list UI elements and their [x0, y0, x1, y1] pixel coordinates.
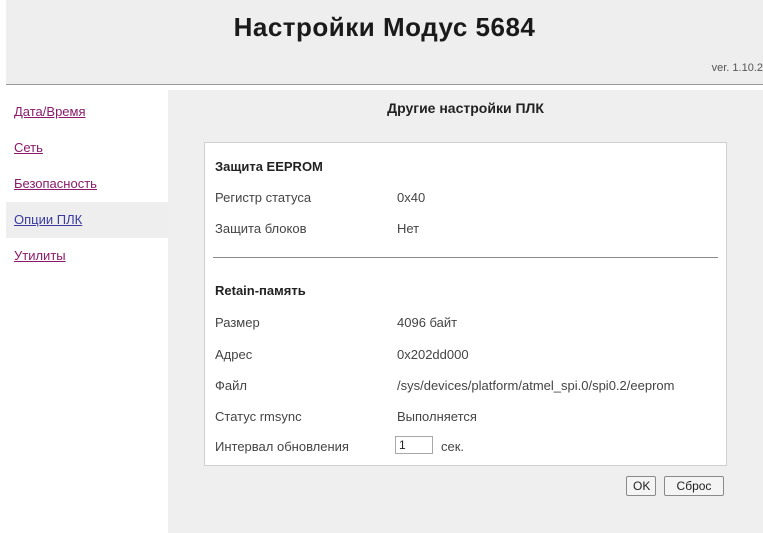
ok-button[interactable]: OK [626, 476, 656, 496]
interval-input[interactable] [395, 436, 433, 454]
address-label: Адрес [215, 347, 253, 362]
version-label: ver. 1.10.2 [711, 62, 763, 74]
settings-panel: Защита EEPROM Регистр статуса 0x40 Защит… [204, 142, 727, 466]
block-protection-value: Нет [397, 221, 420, 236]
size-value: 4096 байт [397, 315, 458, 330]
sidebar-item-label[interactable]: Безопасность [14, 176, 97, 191]
reset-button[interactable]: Сброс [664, 476, 724, 496]
file-label: Файл [215, 378, 247, 393]
sidebar: Дата/Время Сеть Безопасность Опции ПЛК У… [6, 90, 168, 533]
sidebar-item-label[interactable]: Утилиты [14, 248, 66, 263]
interval-unit: сек. [441, 439, 465, 454]
sidebar-item-datetime[interactable]: Дата/Время [6, 94, 168, 130]
address-value: 0x202dd000 [397, 347, 469, 362]
sidebar-item-utilities[interactable]: Утилиты [6, 238, 168, 274]
status-register-label: Регистр статуса [215, 190, 312, 205]
retain-section-title: Retain-память [215, 283, 306, 298]
main-content: Другие настройки ПЛК Защита EEPROM Регис… [168, 90, 763, 533]
page-header: Настройки Модус 5684 ver. 1.10.2 [6, 0, 763, 85]
sidebar-item-plc-options[interactable]: Опции ПЛК [6, 202, 168, 238]
interval-label: Интервал обновления [215, 439, 349, 454]
status-register-value: 0x40 [397, 190, 426, 205]
sidebar-item-label[interactable]: Сеть [14, 140, 43, 155]
block-protection-label: Защита блоков [215, 221, 307, 236]
rmsync-value: Выполняется [397, 409, 477, 424]
page-title: Настройки Модус 5684 [233, 12, 536, 42]
rmsync-label: Статус rmsync [215, 409, 302, 424]
eeprom-section-title: Защита EEPROM [215, 159, 323, 174]
file-value: /sys/devices/platform/atmel_spi.0/spi0.2… [397, 378, 675, 393]
sidebar-item-label[interactable]: Опции ПЛК [14, 212, 82, 227]
size-label: Размер [215, 315, 260, 330]
sidebar-item-network[interactable]: Сеть [6, 130, 168, 166]
section-heading: Другие настройки ПЛК [387, 100, 544, 116]
section-divider [213, 257, 718, 258]
sidebar-item-label[interactable]: Дата/Время [14, 104, 86, 119]
sidebar-item-security[interactable]: Безопасность [6, 166, 168, 202]
